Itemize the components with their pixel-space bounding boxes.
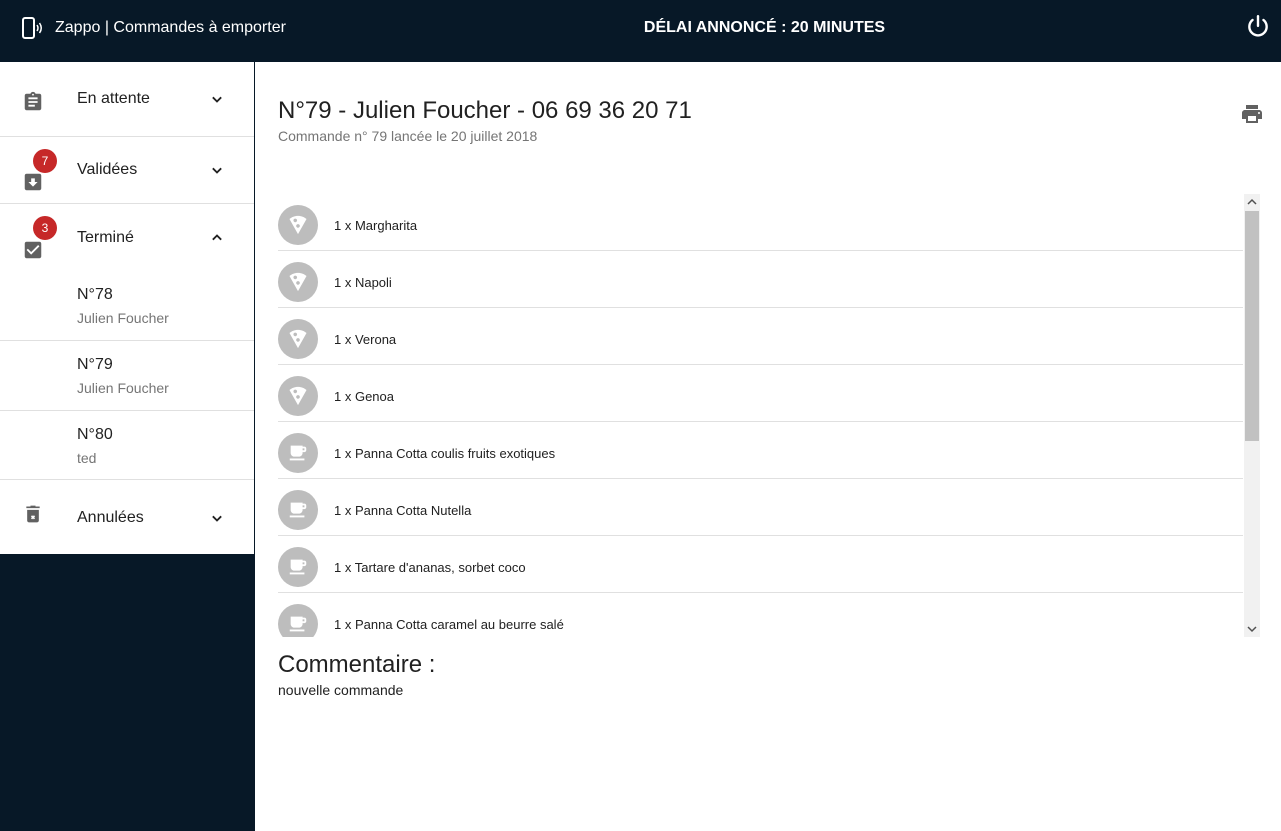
item-text: 1 x Panna Cotta caramel au beurre salé: [334, 617, 564, 632]
order-customer: ted: [77, 450, 97, 466]
nav-label-pending: En attente: [77, 90, 150, 107]
nav-section-pending[interactable]: En attente: [0, 62, 254, 137]
dessert-cup-icon: [289, 445, 307, 461]
top-app-bar: Zappo | Commandes à emporter DÉLAI ANNON…: [0, 0, 1281, 62]
pizza-icon: [289, 215, 307, 235]
order-customer: Julien Foucher: [77, 380, 169, 396]
item-avatar: [278, 319, 318, 359]
scroll-down-arrow-icon[interactable]: [1244, 621, 1260, 637]
inbox-download-icon: [24, 173, 42, 191]
chevron-down-icon: [212, 167, 222, 174]
chevron-up-icon: [212, 233, 222, 240]
order-list-item[interactable]: N°78 Julien Foucher: [0, 271, 254, 341]
item-text: 1 x Margharita: [334, 218, 418, 233]
order-number: N°79: [77, 356, 113, 373]
nav-label-cancelled: Annulées: [77, 508, 144, 526]
list-item: 1 x Verona: [278, 308, 1243, 365]
validated-count-badge: 7: [33, 149, 57, 173]
nav-section-validated[interactable]: 7 Validées: [0, 137, 254, 204]
chevron-down-icon: [212, 96, 222, 103]
order-number: N°78: [77, 286, 113, 303]
nav-section-done[interactable]: 3 Terminé: [0, 204, 254, 271]
list-item: 1 x Panna Cotta caramel au beurre salé: [278, 593, 1243, 637]
dessert-cup-icon: [289, 616, 307, 632]
power-icon[interactable]: [1245, 14, 1271, 40]
print-icon[interactable]: [1240, 102, 1264, 126]
comment-heading: Commentaire :: [278, 651, 436, 678]
item-text: 1 x Tartare d'ananas, sorbet coco: [334, 560, 526, 575]
list-item: 1 x Genoa: [278, 365, 1243, 422]
item-avatar: [278, 262, 318, 302]
check-box-icon: [24, 241, 42, 259]
done-count-badge: 3: [33, 216, 57, 240]
scroll-up-arrow-icon[interactable]: [1244, 194, 1260, 210]
item-avatar: [278, 205, 318, 245]
order-customer: Julien Foucher: [77, 310, 169, 326]
item-text: 1 x Panna Cotta coulis fruits exotiques: [334, 446, 556, 461]
item-text: 1 x Genoa: [334, 389, 394, 404]
order-title: N°79 - Julien Foucher - 06 69 36 20 71: [278, 97, 692, 124]
announced-delay: DÉLAI ANNONCÉ : 20 MINUTES: [643, 19, 886, 36]
trash-icon: [26, 505, 40, 523]
nav-label-done: Terminé: [77, 228, 134, 246]
nav-label-validated: Validées: [77, 161, 138, 178]
item-text: 1 x Napoli: [334, 275, 392, 290]
list-item: 1 x Panna Cotta coulis fruits exotiques: [278, 422, 1243, 479]
order-detail-panel: N°79 - Julien Foucher - 06 69 36 20 71 C…: [255, 62, 1281, 831]
item-avatar: [278, 490, 318, 530]
item-avatar: [278, 433, 318, 473]
order-list-item-selected[interactable]: N°79 Julien Foucher: [0, 341, 254, 411]
dessert-cup-icon: [289, 559, 307, 575]
order-subtitle: Commande n° 79 lancée le 20 juillet 2018: [278, 128, 538, 144]
pizza-icon: [289, 272, 307, 292]
comment-text: nouvelle commande: [278, 682, 404, 698]
order-status-sidebar: En attente 7 Validées 3 Terminé N°78 Jul…: [0, 62, 254, 554]
list-item: 1 x Napoli: [278, 251, 1243, 308]
item-text: 1 x Verona: [334, 332, 397, 347]
pizza-icon: [289, 329, 307, 349]
chevron-down-icon: [212, 515, 222, 522]
dessert-cup-icon: [289, 502, 307, 518]
item-avatar: [278, 604, 318, 637]
nav-section-cancelled[interactable]: Annulées: [0, 480, 254, 555]
clipboard-icon: [24, 91, 42, 111]
item-avatar: [278, 376, 318, 416]
list-item: 1 x Tartare d'ananas, sorbet coco: [278, 536, 1243, 593]
list-item: 1 x Margharita: [278, 194, 1243, 251]
item-text: 1 x Panna Cotta Nutella: [334, 503, 472, 518]
item-avatar: [278, 547, 318, 587]
order-list-item[interactable]: N°80 ted: [0, 411, 254, 480]
pizza-icon: [289, 386, 307, 406]
order-items-list: 1 x Margharita 1 x Napoli 1 x Verona 1 x…: [278, 194, 1243, 637]
items-scrollbar[interactable]: [1244, 194, 1260, 637]
order-number: N°80: [77, 426, 113, 443]
list-item: 1 x Panna Cotta Nutella: [278, 479, 1243, 536]
scrollbar-thumb[interactable]: [1245, 211, 1259, 441]
